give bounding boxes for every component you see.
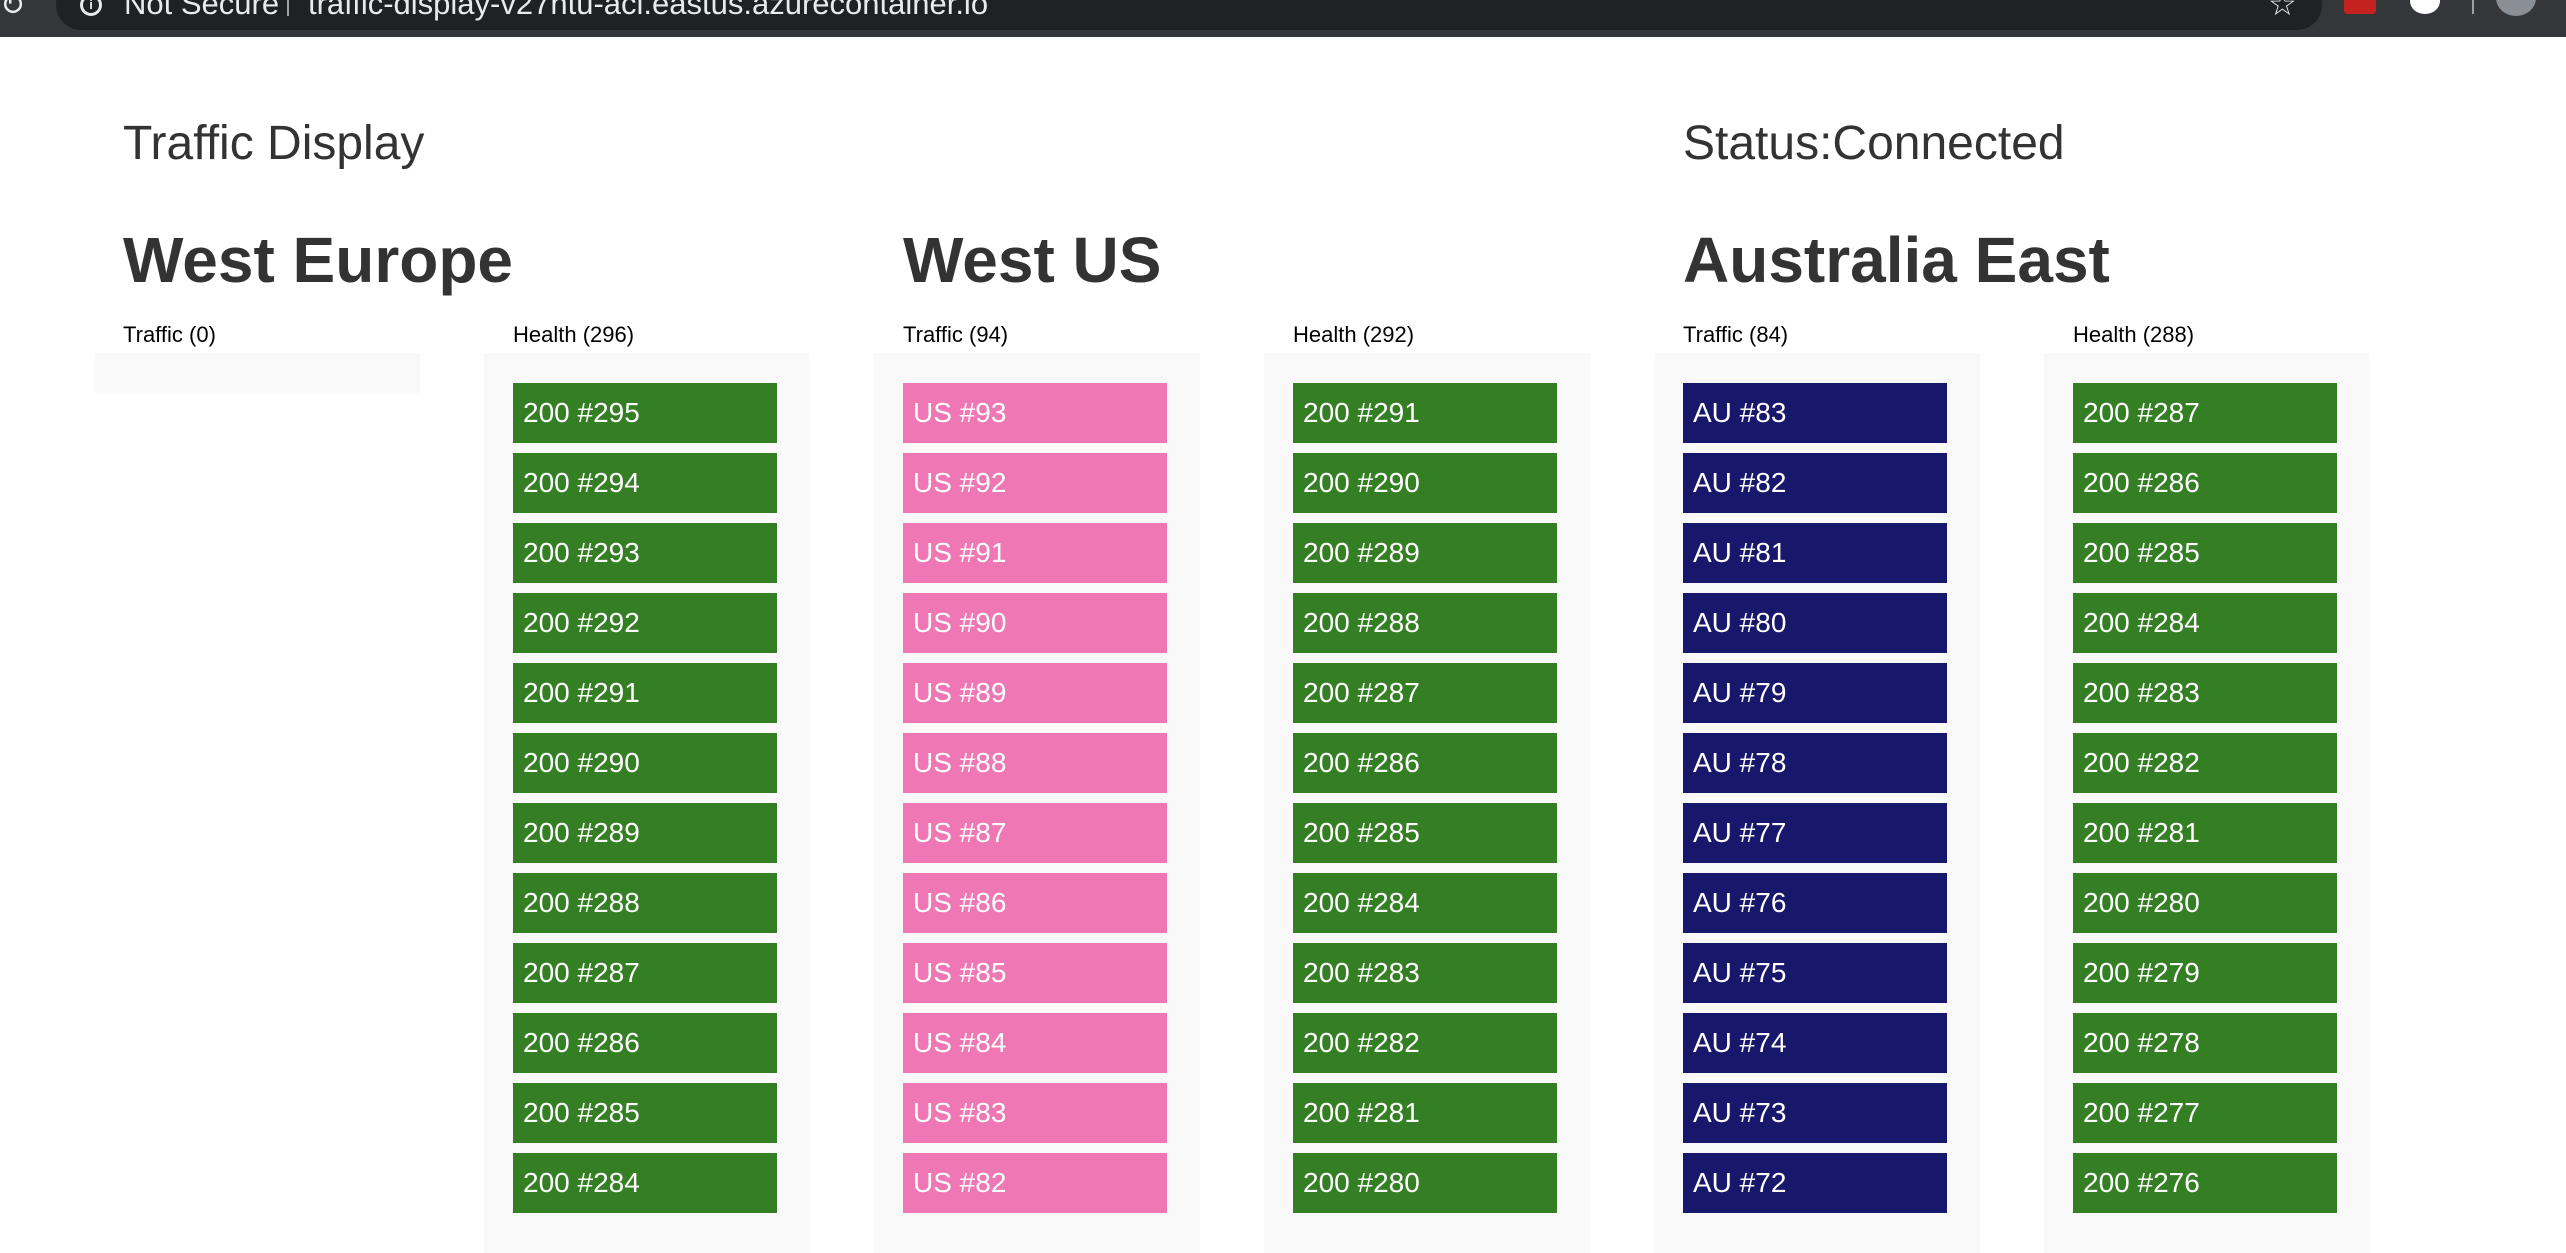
health-tile: 200 #286 bbox=[513, 1013, 777, 1073]
traffic-label: Traffic (94) bbox=[903, 322, 1009, 347]
health-tile: 200 #277 bbox=[2073, 1083, 2337, 1143]
traffic-tile: AU #83 bbox=[1683, 383, 1947, 443]
extension-icon[interactable] bbox=[2344, 0, 2376, 14]
traffic-tile: AU #82 bbox=[1683, 453, 1947, 513]
health-tile: 200 #292 bbox=[513, 593, 777, 653]
health-tile: 200 #288 bbox=[1293, 593, 1557, 653]
traffic-tile: US #82 bbox=[903, 1153, 1167, 1213]
avatar[interactable] bbox=[2496, 0, 2536, 16]
status-value: Connected bbox=[1832, 117, 2065, 170]
page-title: Traffic Display bbox=[123, 117, 425, 170]
health-tile: 200 #294 bbox=[513, 453, 777, 513]
health-tile: 200 #285 bbox=[513, 1083, 777, 1143]
health-tile: 200 #282 bbox=[2073, 733, 2337, 793]
health-label: Health (296) bbox=[513, 322, 635, 347]
status-label: Status: bbox=[1683, 117, 1833, 170]
traffic-tile: US #93 bbox=[903, 383, 1167, 443]
traffic-tile: US #86 bbox=[903, 873, 1167, 933]
traffic-label: Traffic (0) bbox=[123, 322, 216, 347]
health-tile: 200 #289 bbox=[1293, 523, 1557, 583]
health-tile: 200 #280 bbox=[2073, 873, 2337, 933]
traffic-tile: AU #72 bbox=[1683, 1153, 1947, 1213]
health-tile: 200 #291 bbox=[1293, 383, 1557, 443]
health-tile: 200 #287 bbox=[513, 943, 777, 1003]
traffic-tile: US #90 bbox=[903, 593, 1167, 653]
health-tile: 200 #284 bbox=[513, 1153, 777, 1213]
traffic-list bbox=[94, 353, 420, 393]
traffic-tile: AU #76 bbox=[1683, 873, 1947, 933]
traffic-list: US #93 US #92 US #91 US #90 US #89 US #88 US #… bbox=[874, 353, 1200, 1253]
region-west-europe: West Europe Traffic (0) Health (296) 200… bbox=[94, 220, 843, 1253]
health-tile: 200 #295 bbox=[513, 383, 777, 443]
region-name: West Europe bbox=[123, 224, 513, 296]
health-tile: 200 #283 bbox=[1293, 943, 1557, 1003]
health-tile: 200 #278 bbox=[2073, 1013, 2337, 1073]
health-tile: 200 #291 bbox=[513, 663, 777, 723]
health-tile: 200 #281 bbox=[2073, 803, 2337, 863]
health-tile: 200 #280 bbox=[1293, 1153, 1557, 1213]
traffic-tile: US #85 bbox=[903, 943, 1167, 1003]
health-tile: 200 #279 bbox=[2073, 943, 2337, 1003]
traffic-tile: AU #74 bbox=[1683, 1013, 1947, 1073]
url-divider bbox=[287, 0, 289, 16]
traffic-tile: AU #73 bbox=[1683, 1083, 1947, 1143]
health-tile: 200 #286 bbox=[2073, 453, 2337, 513]
health-tile: 200 #286 bbox=[1293, 733, 1557, 793]
health-tile: 200 #276 bbox=[2073, 1153, 2337, 1213]
traffic-list: AU #83 AU #82 AU #81 AU #80 AU #79 AU #78 AU #… bbox=[1654, 353, 1980, 1253]
health-tile: 200 #284 bbox=[1293, 873, 1557, 933]
traffic-tile: AU #81 bbox=[1683, 523, 1947, 583]
region-name: Australia East bbox=[1683, 224, 2110, 296]
traffic-tile: US #88 bbox=[903, 733, 1167, 793]
traffic-tile: AU #78 bbox=[1683, 733, 1947, 793]
region-west-us: West US Traffic (94) US #93 US #92 US #91 U… bbox=[874, 220, 1623, 1253]
star-icon[interactable]: ☆ bbox=[2268, 0, 2297, 22]
health-tile: 200 #283 bbox=[2073, 663, 2337, 723]
traffic-tile: US #89 bbox=[903, 663, 1167, 723]
region-australia-east: Australia East Traffic (84) AU #83 AU #82… bbox=[1654, 220, 2403, 1253]
health-tile: 200 #284 bbox=[2073, 593, 2337, 653]
health-tile: 200 #287 bbox=[2073, 383, 2337, 443]
health-label: Health (288) bbox=[2073, 322, 2195, 347]
traffic-tile: AU #77 bbox=[1683, 803, 1947, 863]
traffic-tile: US #91 bbox=[903, 523, 1167, 583]
region-name: West US bbox=[903, 224, 1162, 296]
health-list: 200 #287 200 #286 200 #285 200 #284 200 #283… bbox=[2044, 353, 2370, 1253]
health-tile: 200 #288 bbox=[513, 873, 777, 933]
traffic-tile: AU #79 bbox=[1683, 663, 1947, 723]
health-tile: 200 #285 bbox=[2073, 523, 2337, 583]
traffic-tile: AU #75 bbox=[1683, 943, 1947, 1003]
traffic-tile: US #92 bbox=[903, 453, 1167, 513]
url-text[interactable]: traffic-display-v27ntu-aci.eastus.azurec… bbox=[308, 0, 988, 22]
extension-icon[interactable] bbox=[2410, 0, 2440, 14]
health-tile: 200 #287 bbox=[1293, 663, 1557, 723]
toolbar-divider bbox=[2472, 0, 2474, 14]
reload-icon[interactable]: ↻ bbox=[0, 0, 25, 21]
health-tile: 200 #290 bbox=[1293, 453, 1557, 513]
health-label: Health (292) bbox=[1293, 322, 1415, 347]
traffic-tile: AU #80 bbox=[1683, 593, 1947, 653]
health-tile: 200 #290 bbox=[513, 733, 777, 793]
health-tile: 200 #289 bbox=[513, 803, 777, 863]
health-list: 200 #291 200 #290 200 #289 200 #288 200 #287… bbox=[1264, 353, 1590, 1253]
health-tile: 200 #285 bbox=[1293, 803, 1557, 863]
health-tile: 200 #281 bbox=[1293, 1083, 1557, 1143]
health-tile: 200 #293 bbox=[513, 523, 777, 583]
health-tile: 200 #282 bbox=[1293, 1013, 1557, 1073]
browser-toolbar: ↻ i Not Secure traffic-display-v27ntu-ac… bbox=[0, 0, 2566, 37]
traffic-label: Traffic (84) bbox=[1683, 322, 1789, 347]
traffic-tile: US #87 bbox=[903, 803, 1167, 863]
traffic-tile: US #84 bbox=[903, 1013, 1167, 1073]
security-label[interactable]: Not Secure bbox=[124, 0, 279, 22]
connection-status: Status:Connected bbox=[1683, 112, 2065, 176]
health-list: 200 #295 200 #294 200 #293 200 #292 200 #291… bbox=[484, 353, 810, 1253]
traffic-tile: US #83 bbox=[903, 1083, 1167, 1143]
